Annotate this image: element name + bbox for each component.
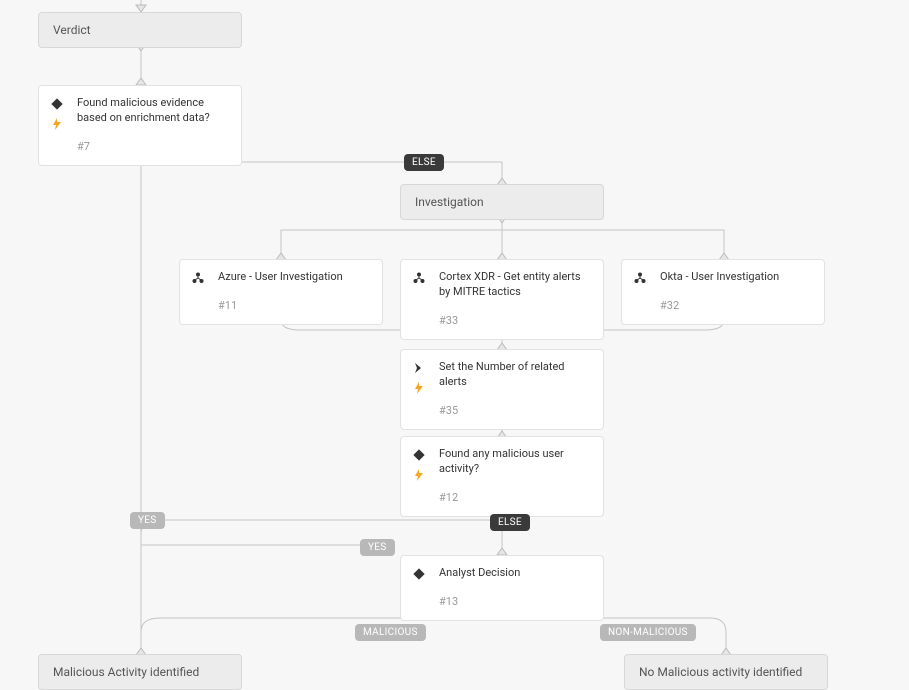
branch-malicious: MALICIOUS [355, 624, 426, 641]
task-id: #13 [439, 595, 591, 610]
task-id: #35 [439, 404, 591, 419]
section-nonmalicious[interactable]: No Malicious activity identified [624, 654, 828, 690]
branch-nonmalicious: NON-MALICIOUS [600, 624, 696, 641]
task-title: Azure - User Investigation [218, 270, 370, 285]
task-id: #32 [660, 299, 812, 314]
task-title: Found any malicious user activity? [439, 447, 591, 477]
task-found-malicious-user[interactable]: Found any malicious user activity? #12 [400, 436, 604, 517]
section-malicious[interactable]: Malicious Activity identified [38, 654, 242, 690]
branch-yes-1: YES [130, 512, 165, 529]
task-set-num-alerts[interactable]: Set the Number of related alerts #35 [400, 349, 604, 430]
branch-else-1: ELSE [404, 154, 444, 171]
task-okta-user-inv[interactable]: Okta - User Investigation #32 [621, 259, 825, 325]
task-analyst-decision[interactable]: Analyst Decision #13 [400, 555, 604, 621]
task-title: Set the Number of related alerts [439, 360, 591, 390]
task-cortex-xdr[interactable]: Cortex XDR - Get entity alerts by MITRE … [400, 259, 604, 340]
section-investigation-label: Investigation [415, 195, 484, 209]
task-title: Found malicious evidence based on enrich… [77, 96, 229, 126]
section-verdict[interactable]: Verdict [38, 12, 242, 48]
task-id: #7 [77, 140, 229, 155]
task-azure-user-inv[interactable]: Azure - User Investigation #11 [179, 259, 383, 325]
task-id: #33 [439, 314, 591, 329]
branch-else-2: ELSE [490, 514, 530, 531]
section-nonmalicious-label: No Malicious activity identified [639, 665, 802, 679]
section-malicious-label: Malicious Activity identified [53, 665, 199, 679]
section-investigation[interactable]: Investigation [400, 184, 604, 220]
task-title: Cortex XDR - Get entity alerts by MITRE … [439, 270, 591, 300]
task-title: Okta - User Investigation [660, 270, 812, 285]
branch-yes-2: YES [360, 539, 395, 556]
section-verdict-label: Verdict [53, 23, 91, 37]
task-id: #12 [439, 491, 591, 506]
task-id: #11 [218, 299, 370, 314]
task-found-enrichment[interactable]: Found malicious evidence based on enrich… [38, 85, 242, 166]
task-title: Analyst Decision [439, 566, 591, 581]
